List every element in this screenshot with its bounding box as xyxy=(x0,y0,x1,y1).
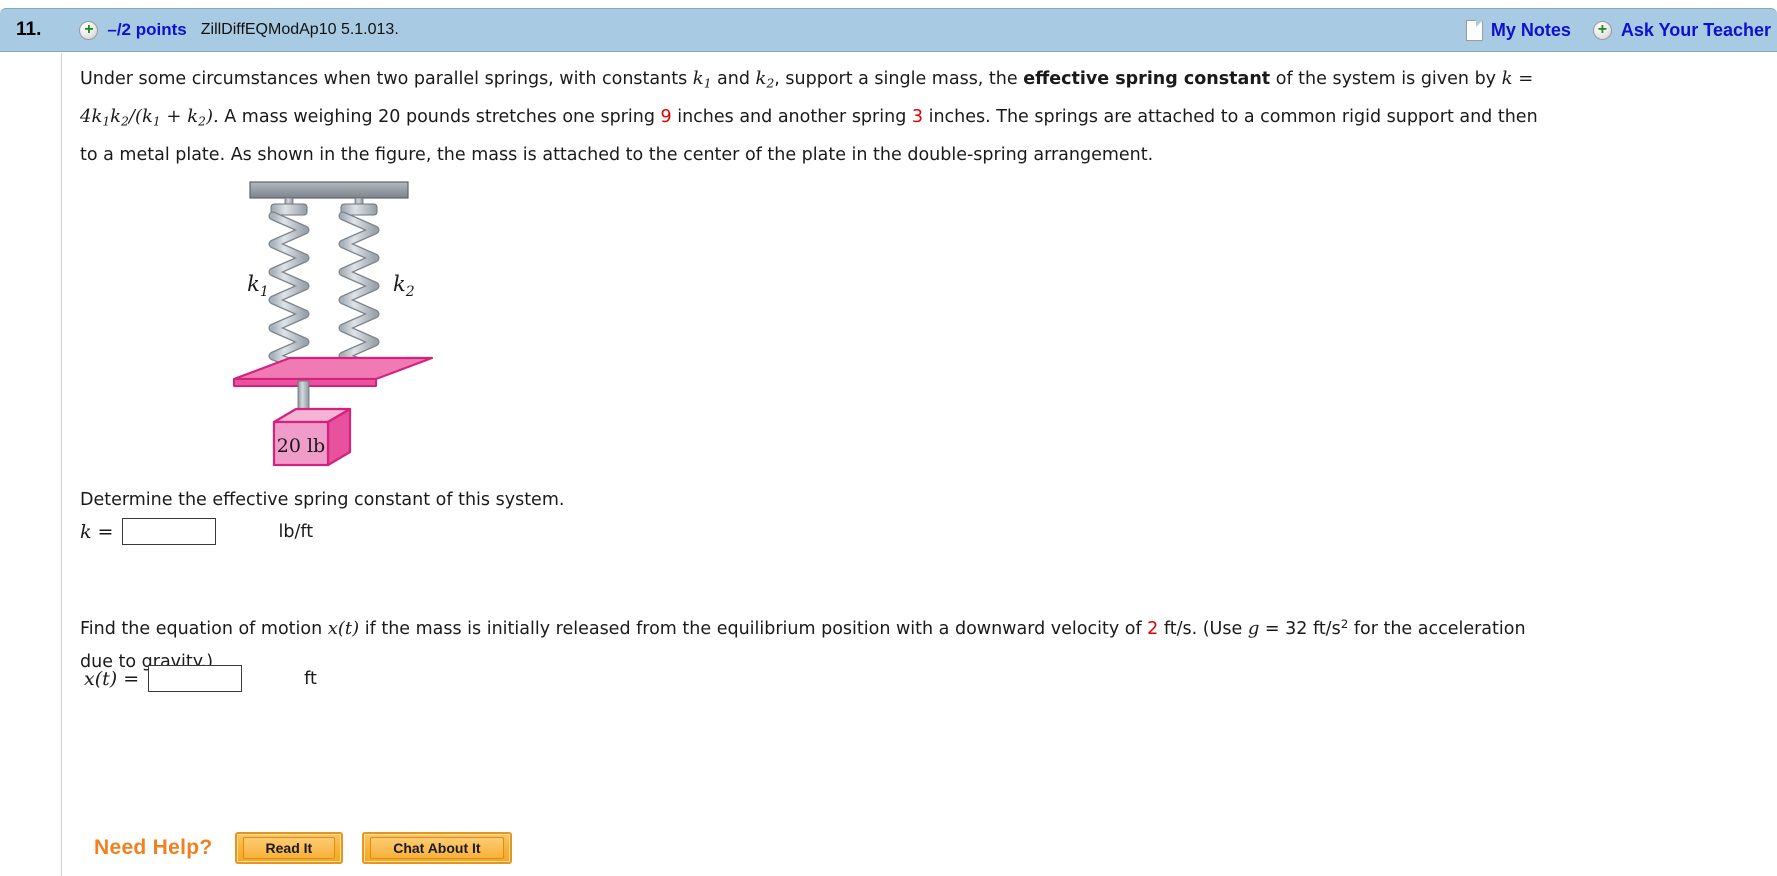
note-page-icon[interactable] xyxy=(1465,19,1483,41)
problem-text-f: inches and another spring xyxy=(671,107,912,128)
part-b-label: x(t) = xyxy=(84,667,140,690)
part-b-input[interactable] xyxy=(148,665,243,692)
stretch-one-value: 9 xyxy=(660,107,672,128)
problem-statement: Under some circumstances when two parall… xyxy=(80,62,1550,172)
points-label: –/2 points xyxy=(107,20,187,39)
problem-paragraph: Under some circumstances when two parall… xyxy=(80,62,1550,172)
problem-text-c: , support a single mass, the xyxy=(774,69,1024,89)
mass-label: 20 lb xyxy=(277,435,325,457)
part-b-unit: ft xyxy=(304,668,317,689)
chat-about-it-label: Chat About It xyxy=(370,837,504,859)
part-a-prompt: Determine the effective spring constant … xyxy=(80,490,565,510)
gravity-symbol: g xyxy=(1247,617,1260,639)
problem-text-b: and xyxy=(711,69,756,89)
read-it-label: Read It xyxy=(242,837,336,859)
effective-spring-constant-term: effective spring constant xyxy=(1023,69,1271,89)
xt-symbol: x(t) xyxy=(327,617,360,639)
chat-about-it-button[interactable]: Chat About It xyxy=(362,832,512,864)
problem-text-a: Under some circumstances when two parall… xyxy=(80,69,693,89)
part-a-unit: lb/ft xyxy=(278,521,314,542)
metal-plate xyxy=(232,356,434,387)
k1-symbol: k1 xyxy=(692,68,712,91)
k2-symbol: k2 xyxy=(755,68,775,91)
part-a-label: k = xyxy=(80,520,114,543)
spring-one-label: k1 xyxy=(247,272,269,300)
left-divider xyxy=(61,53,62,876)
part-a-input[interactable] xyxy=(122,518,217,545)
header-actions: My Notes + Ask Your Teacher xyxy=(1465,19,1777,41)
rigid-support xyxy=(249,181,409,199)
ask-your-teacher-link[interactable]: Ask Your Teacher xyxy=(1621,20,1771,41)
velocity-value: 2 xyxy=(1147,618,1159,639)
question-header-bar: 11. + –/2 points ZillDiffEQModAp10 5.1.0… xyxy=(0,8,1777,52)
part-b-text-c: ft/s. (Use xyxy=(1158,618,1248,639)
part-b-text-d: = 32 ft/s xyxy=(1259,618,1341,639)
part-a-answer-row: k = lb/ft xyxy=(80,518,313,545)
need-help-label: Need Help? xyxy=(94,836,213,859)
need-help-section: Need Help? Read It Chat About It xyxy=(94,832,512,864)
question-code-label: ZillDiffEQModAp10 5.1.013. xyxy=(200,21,399,38)
spring-two-label: k2 xyxy=(393,272,415,300)
plus-circle-icon[interactable]: + xyxy=(79,20,99,40)
mass-block: 20 lb xyxy=(272,407,352,467)
stretch-two-value: 3 xyxy=(911,107,924,128)
part-b-text-b: if the mass is initially released from t… xyxy=(359,618,1148,639)
read-it-button[interactable]: Read It xyxy=(234,832,344,864)
double-spring-diagram: 20 lb k1 k2 xyxy=(228,176,438,476)
my-notes-link[interactable]: My Notes xyxy=(1491,20,1571,41)
problem-text-d: of the system is given by xyxy=(1270,69,1502,89)
problem-text-e: A mass weighing 20 pounds stretches one … xyxy=(218,107,661,128)
part-b-answer-row: x(t) = ft xyxy=(84,665,317,692)
question-number: 11. xyxy=(16,19,42,40)
part-b-text-a: Find the equation of motion xyxy=(80,618,328,639)
plus-circle-icon[interactable]: + xyxy=(1592,20,1612,40)
